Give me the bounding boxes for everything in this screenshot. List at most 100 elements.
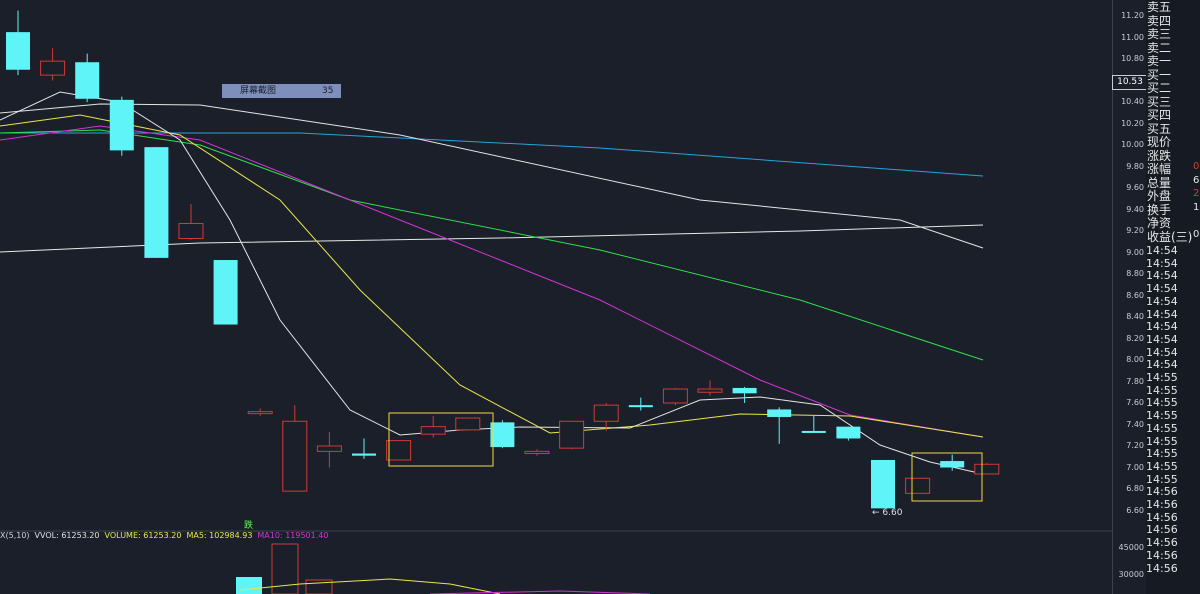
volume-header-item: VOLUME: 61253.20 [104,531,182,540]
screenshot-label-value: 35 [322,86,334,96]
volume-header-item: MA5: 102984.93 [186,531,253,540]
candle[interactable] [109,96,134,156]
price-tick: 10.80 [1121,54,1144,63]
candle-body [316,445,342,452]
order-book-value: 1 [1193,201,1200,213]
candle-body [352,453,376,456]
price-tick: 7.00 [1126,462,1144,472]
price-tick: 8.20 [1126,333,1144,343]
candle-body [455,417,481,431]
volume-ma-lines [239,578,651,594]
candle-body [282,420,308,492]
order-book-label: 收益(三) [1147,229,1193,244]
trade-time: 14:56 [1146,485,1178,499]
candle[interactable] [386,440,412,461]
candle[interactable] [75,53,100,102]
candle[interactable] [732,386,757,403]
candle[interactable] [40,48,66,81]
candle-body [6,32,30,70]
price-tick: 10.40 [1121,97,1144,106]
candle-body [420,426,446,435]
trade-time: 14:56 [1146,523,1178,537]
candle[interactable] [593,403,619,431]
candle[interactable] [352,438,376,459]
candle-body [524,450,550,455]
candle[interactable] [144,147,169,258]
candle[interactable] [316,432,342,468]
trade-time: 14:54 [1146,332,1178,346]
candle-body [662,388,688,404]
candle-body [593,404,619,422]
candle[interactable] [524,449,550,456]
trade-time: 14:56 [1146,561,1178,575]
candle[interactable] [662,387,688,406]
volume-header-item: X(5,10) [0,531,30,540]
order-book-value: 2 [1193,188,1200,199]
trade-time: 14:55 [1146,459,1178,473]
price-tick: 7.20 [1126,441,1144,450]
candle-body [732,387,757,394]
volume-header-item: MA10: 119501.40 [257,531,329,540]
trade-time: 14:54 [1146,358,1178,372]
candle[interactable] [455,417,481,431]
candle-body [490,422,515,448]
candle[interactable] [420,415,446,438]
price-tick: 9.80 [1126,161,1144,171]
trade-time: 14:56 [1146,548,1178,562]
price-tick: 9.20 [1126,226,1144,235]
candle[interactable] [801,415,826,433]
candle[interactable] [6,10,30,76]
candle[interactable] [974,463,1000,475]
candle[interactable] [282,405,308,492]
candle-body [144,147,169,258]
candle-body [247,411,273,415]
candle[interactable] [213,260,238,325]
price-tick: 10.20 [1121,118,1144,128]
trade-time: 14:54 [1146,269,1178,283]
order-book-value: 0 [1193,228,1200,240]
trade-time: 14:55 [1146,421,1178,435]
screenshot-label-text: 屏幕截图 [240,86,277,96]
candle-body [974,463,1000,475]
candle-body [178,222,204,240]
low-price-value: 6.60 [882,508,903,518]
price-tick: 10.00 [1121,140,1144,149]
candle[interactable] [247,408,273,416]
candle[interactable] [178,204,204,240]
trade-time: 14:55 [1146,434,1178,448]
candle[interactable] [559,420,585,450]
candle[interactable] [940,454,965,471]
candle[interactable] [905,477,931,494]
volume-bars [236,543,333,594]
candle[interactable] [697,380,723,396]
candle-body [213,260,238,325]
candle[interactable] [490,420,515,449]
price-tick: 11.20 [1121,11,1144,20]
trade-time: 14:54 [1146,256,1178,270]
trade-time: 14:55 [1146,396,1178,410]
price-tick: 7.40 [1126,419,1144,429]
order-book-value: 6 [1193,174,1200,186]
price-tick: 8.60 [1126,290,1144,300]
candle[interactable] [836,426,861,441]
candle-body [697,388,723,393]
kline-chart[interactable] [0,0,1200,594]
candle-body [109,99,134,151]
current-price-tag: 10.53 [1112,75,1148,90]
price-tick: 7.60 [1126,398,1144,407]
price-tick: 7.80 [1126,376,1144,386]
candle[interactable] [871,459,895,509]
price-tick: 6.60 [1126,505,1144,515]
trade-time: 14:54 [1146,345,1178,359]
trade-time: 14:54 [1146,282,1178,296]
candle[interactable] [628,397,653,411]
trade-time: 14:54 [1146,307,1178,321]
candle-body [905,477,931,494]
trade-time: 14:55 [1146,447,1178,461]
screenshot-label[interactable]: 屏幕截图 35 [222,84,341,98]
price-tick: 8.00 [1126,355,1144,364]
price-tick: 6.80 [1126,484,1144,493]
trade-time: 14:56 [1146,510,1178,524]
candle[interactable] [767,407,792,444]
candle-body [75,62,100,99]
